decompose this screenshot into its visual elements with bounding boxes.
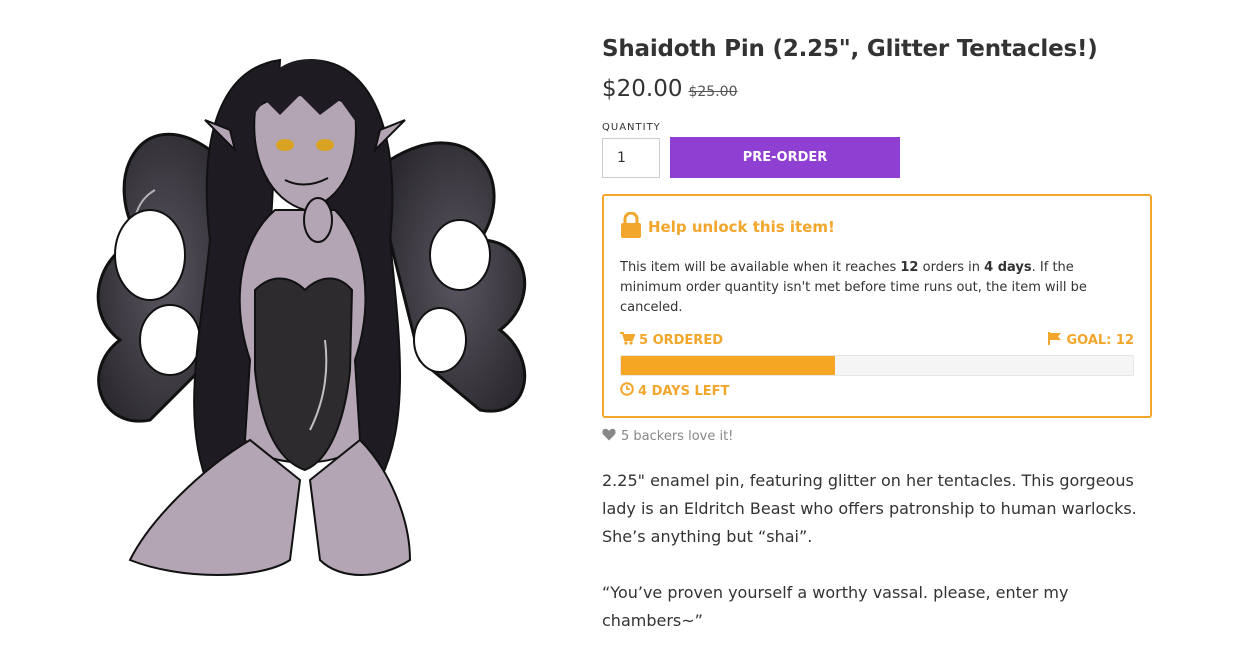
goal-count: GOAL: 12: [1066, 333, 1134, 348]
pre-order-button[interactable]: PRE-ORDER: [670, 137, 900, 178]
cart-icon: [620, 332, 636, 349]
product-description: 2.25" enamel pin, featuring glitter on h…: [602, 467, 1162, 635]
product-price: $20.00: [602, 76, 683, 102]
ordered-stat: 5 ORDERED: [620, 332, 723, 349]
days-left: 4 DAYS LEFT: [620, 382, 1134, 400]
lock-icon: [620, 211, 642, 242]
days-left-text: 4 DAYS LEFT: [638, 383, 730, 399]
flag-icon: [1048, 332, 1062, 349]
buy-row: PRE-ORDER: [602, 137, 1162, 178]
progress-bar-fill: [621, 356, 835, 375]
desc-text-2: orders in: [918, 260, 985, 275]
unlock-description: This item will be available when it reac…: [620, 258, 1134, 318]
unlock-box: Help unlock this item! This item will be…: [602, 194, 1152, 418]
desc-days: 4 days: [984, 260, 1032, 275]
heart-icon: [602, 428, 616, 445]
product-image[interactable]: [60, 40, 550, 600]
ordered-count: 5 ORDERED: [639, 333, 723, 348]
product-title: Shaidoth Pin (2.25", Glitter Tentacles!): [602, 36, 1098, 62]
compare-price: $25.00: [688, 84, 738, 100]
quantity-input[interactable]: [602, 137, 660, 178]
price-row: $20.00 $25.00: [602, 76, 1162, 102]
unlock-heading-text: Help unlock this item!: [648, 218, 835, 236]
description-quote: “You’ve proven yourself a worthy vassal.…: [602, 583, 1069, 630]
backers-text: 5 backers love it!: [621, 429, 734, 444]
unlock-stats: 5 ORDERED GOAL: 12: [620, 332, 1134, 349]
description-paragraph: 2.25" enamel pin, featuring glitter on h…: [602, 471, 1137, 546]
quantity-label: QUANTITY: [602, 122, 661, 133]
clock-icon: [620, 382, 634, 400]
progress-bar: [620, 355, 1134, 376]
product-info: Shaidoth Pin (2.25", Glitter Tentacles!)…: [602, 36, 1162, 635]
product-illustration: [96, 58, 527, 576]
backers: 5 backers love it!: [602, 428, 1162, 445]
unlock-heading: Help unlock this item!: [620, 211, 1134, 242]
desc-orders: 12: [900, 260, 919, 275]
desc-text-1: This item will be available when it reac…: [620, 260, 901, 275]
goal-stat: GOAL: 12: [1048, 332, 1134, 349]
